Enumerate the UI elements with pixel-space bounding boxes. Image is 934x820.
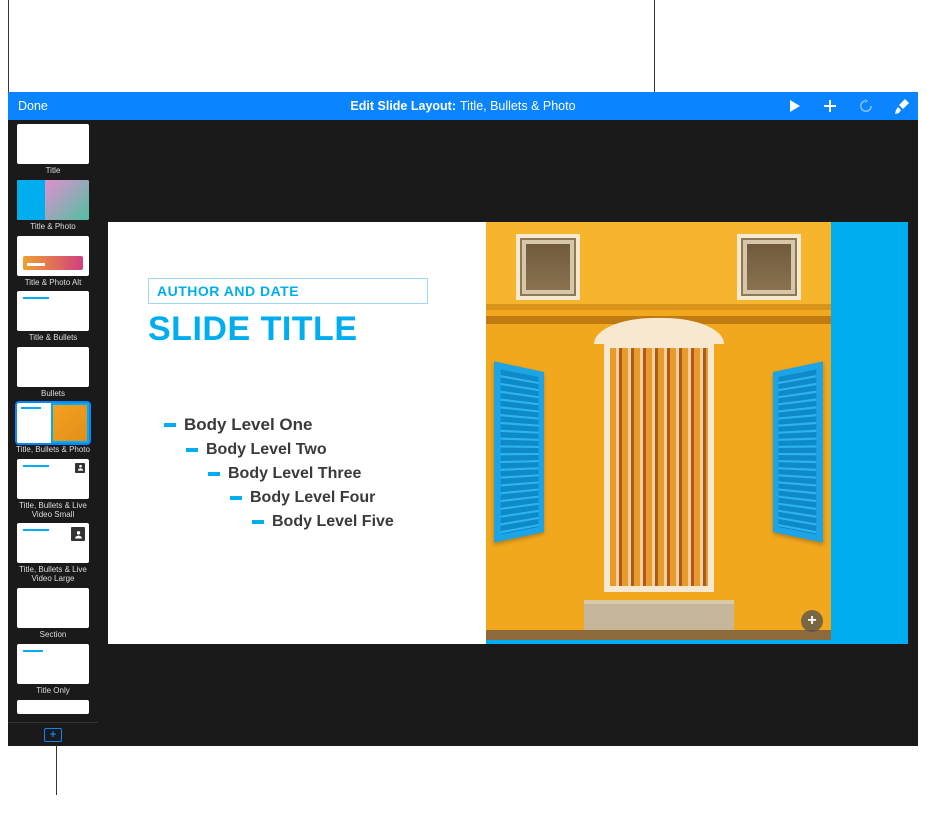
callout-line xyxy=(56,745,57,795)
media-placeholder[interactable]: + xyxy=(486,222,831,640)
slide-body-placeholder[interactable]: Body Level One Body Level Two Body Level… xyxy=(148,415,486,531)
thumb-label: Title, Bullets & Live Video Large xyxy=(16,566,90,584)
toolbar: Done Edit Slide Layout: Title, Bullets &… xyxy=(8,92,918,120)
layout-thumb-title[interactable]: Title xyxy=(16,124,90,176)
slide-photo-column: + xyxy=(486,222,908,644)
bullet-text: Body Level Four xyxy=(250,489,375,507)
slide-canvas[interactable]: AUTHOR AND DATE SLIDE TITLE Body Level O… xyxy=(98,120,918,746)
thumb-label: Title & Bullets xyxy=(29,334,78,343)
slide: AUTHOR AND DATE SLIDE TITLE Body Level O… xyxy=(108,222,908,644)
paintbrush-icon[interactable] xyxy=(894,98,910,114)
thumb-preview xyxy=(17,700,89,714)
add-layout-button[interactable]: + xyxy=(44,728,62,742)
placeholder-image xyxy=(486,222,831,640)
thumb-preview xyxy=(17,459,89,499)
done-button[interactable]: Done xyxy=(8,99,58,113)
thumb-preview xyxy=(17,291,89,331)
bullet-icon xyxy=(230,496,242,500)
layout-thumb-title-photo[interactable]: Title & Photo xyxy=(16,180,90,232)
slide-text-column: AUTHOR AND DATE SLIDE TITLE Body Level O… xyxy=(108,222,486,644)
bullet-text: Body Level Two xyxy=(206,441,327,459)
callout-line xyxy=(8,0,9,92)
thumb-label: Title Only xyxy=(36,687,70,696)
bullet-icon xyxy=(164,423,176,427)
thumb-preview xyxy=(17,523,89,563)
layout-thumb-section[interactable]: Section xyxy=(16,588,90,640)
bullet-icon xyxy=(252,520,264,524)
thumb-preview xyxy=(17,588,89,628)
slide-layout-sidebar: Title Title & Photo Title & Photo Alt Ti… xyxy=(8,120,98,746)
thumb-preview xyxy=(17,403,89,443)
plus-icon[interactable] xyxy=(822,98,838,114)
thumb-label: Title, Bullets & Live Video Small xyxy=(16,502,90,520)
layout-thumb-bullets[interactable]: Bullets xyxy=(16,347,90,399)
layout-thumb-live-video-large[interactable]: Title, Bullets & Live Video Large xyxy=(16,523,90,584)
thumb-preview xyxy=(17,124,89,164)
layout-thumb-title-only[interactable]: Title Only xyxy=(16,644,90,696)
layout-thumb-live-video-small[interactable]: Title, Bullets & Live Video Small xyxy=(16,459,90,520)
history-icon[interactable] xyxy=(858,98,874,114)
thumb-preview xyxy=(17,644,89,684)
person-icon xyxy=(71,527,85,541)
layout-thumb-title-photo-alt[interactable]: Title & Photo Alt xyxy=(16,236,90,288)
play-icon[interactable] xyxy=(786,98,802,114)
bullet-icon xyxy=(186,448,198,452)
bullet-icon xyxy=(208,472,220,476)
thumb-label: Title, Bullets & Photo xyxy=(16,446,90,455)
slide-title-placeholder[interactable]: SLIDE TITLE xyxy=(148,310,486,349)
author-date-placeholder[interactable]: AUTHOR AND DATE xyxy=(148,278,428,304)
app-window: Done Edit Slide Layout: Title, Bullets &… xyxy=(8,92,918,746)
person-icon xyxy=(75,463,85,473)
layout-thumb-partial[interactable] xyxy=(16,700,90,714)
add-media-button[interactable]: + xyxy=(801,610,823,632)
thumb-label: Title xyxy=(46,167,61,176)
layout-thumb-title-bullets-photo[interactable]: Title, Bullets & Photo xyxy=(16,403,90,455)
toolbar-title: Edit Slide Layout: Title, Bullets & Phot… xyxy=(350,99,575,113)
bullet-text: Body Level Five xyxy=(272,513,394,531)
bullet-text: Body Level One xyxy=(184,415,312,435)
callout-line xyxy=(654,0,655,92)
thumb-label: Bullets xyxy=(41,390,65,399)
layout-thumb-title-bullets[interactable]: Title & Bullets xyxy=(16,291,90,343)
thumb-label: Title & Photo Alt xyxy=(25,279,82,288)
bullet-text: Body Level Three xyxy=(228,465,361,483)
thumb-preview xyxy=(17,347,89,387)
sidebar-footer: + xyxy=(8,722,98,746)
thumb-label: Section xyxy=(40,631,67,640)
thumb-preview xyxy=(17,236,89,276)
toolbar-title-label: Edit Slide Layout: xyxy=(350,99,456,113)
thumb-label: Title & Photo xyxy=(30,223,76,232)
toolbar-title-value: Title, Bullets & Photo xyxy=(460,99,576,113)
thumb-preview xyxy=(17,180,89,220)
toolbar-actions xyxy=(786,98,910,114)
